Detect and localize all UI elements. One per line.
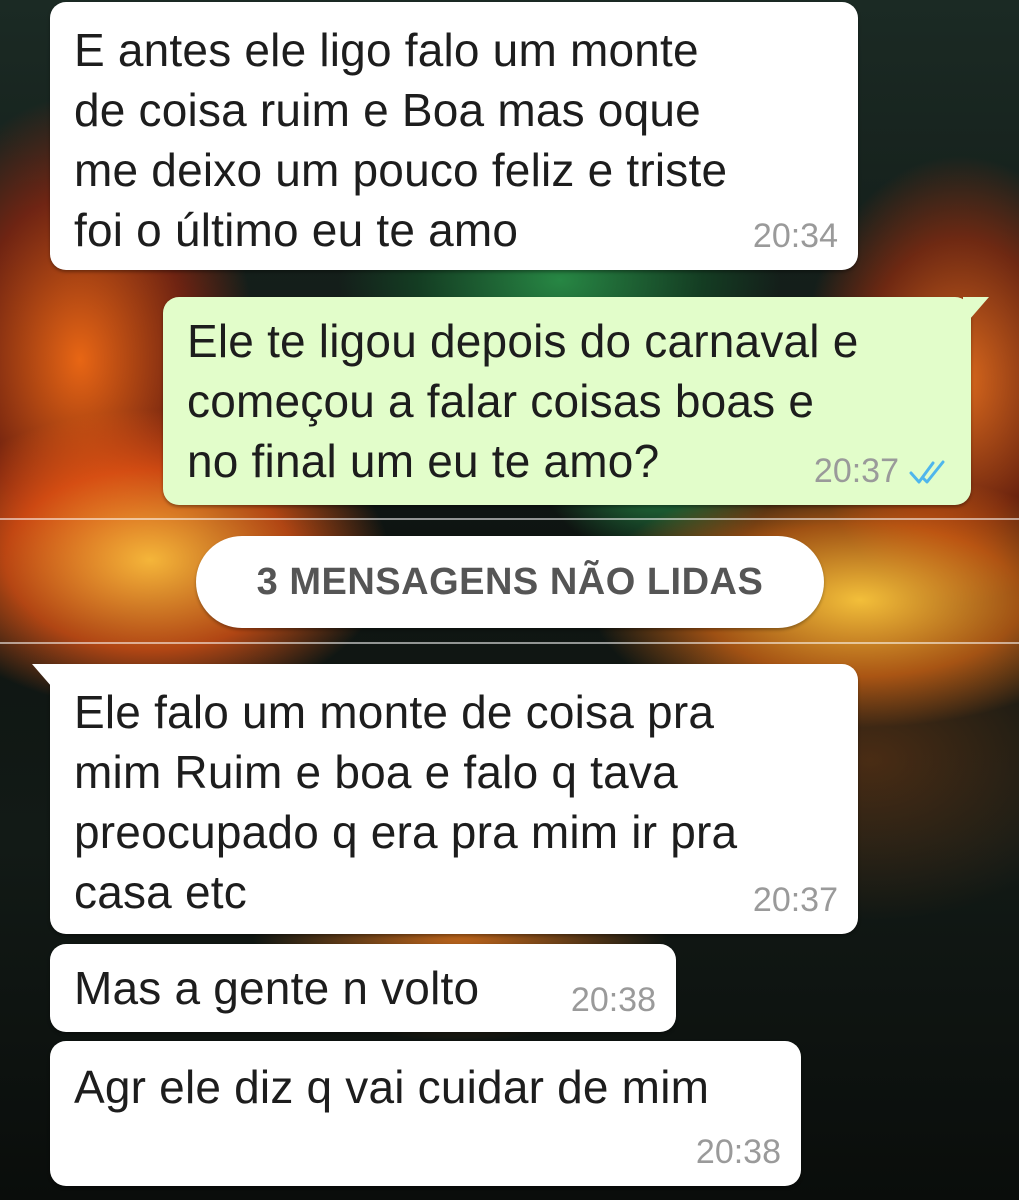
message-bubble-incoming[interactable]: E antes ele ligo falo um monte de coisa … — [50, 2, 858, 270]
unread-divider-line-bottom — [0, 642, 1019, 644]
message-meta: 20:37 — [814, 452, 951, 491]
message-bubble-incoming[interactable]: Ele falo um monte de coisa pra mim Ruim … — [32, 664, 858, 934]
message-timestamp: 20:37 — [813, 452, 899, 490]
unread-messages-label: 3 MENSAGENS NÃO LIDAS — [256, 560, 764, 603]
message-timestamp: 20:37 — [752, 881, 838, 919]
message-bubble-incoming[interactable]: Mas a gente n volto 20:38 — [50, 944, 676, 1032]
message-meta: 20:38 — [696, 1133, 781, 1172]
message-timestamp: 20:38 — [695, 1133, 781, 1171]
message-meta: 20:34 — [753, 217, 838, 256]
message-text: Mas a gente n volto — [74, 962, 480, 1014]
unread-messages-divider: 3 MENSAGENS NÃO LIDAS — [196, 536, 824, 628]
message-bubble-incoming[interactable]: Agr ele diz q vai cuidar de mim 20:38 — [50, 1041, 801, 1186]
bubble-tail — [32, 664, 58, 694]
bubble-tail — [963, 297, 989, 327]
unread-divider-line-top — [0, 518, 1019, 520]
message-meta: 20:37 — [753, 881, 838, 920]
message-text: Agr ele diz q vai cuidar de mim — [74, 1061, 710, 1113]
message-bubble-outgoing[interactable]: Ele te ligou depois do carnaval e começo… — [163, 297, 989, 505]
message-text: E antes ele ligo falo um monte de coisa … — [74, 24, 728, 256]
message-timestamp: 20:34 — [752, 217, 838, 255]
message-timestamp: 20:38 — [570, 981, 656, 1019]
message-text: Ele falo um monte de coisa pra mim Ruim … — [74, 686, 738, 918]
message-meta: 20:38 — [571, 981, 656, 1020]
double-check-read-icon — [909, 458, 951, 486]
